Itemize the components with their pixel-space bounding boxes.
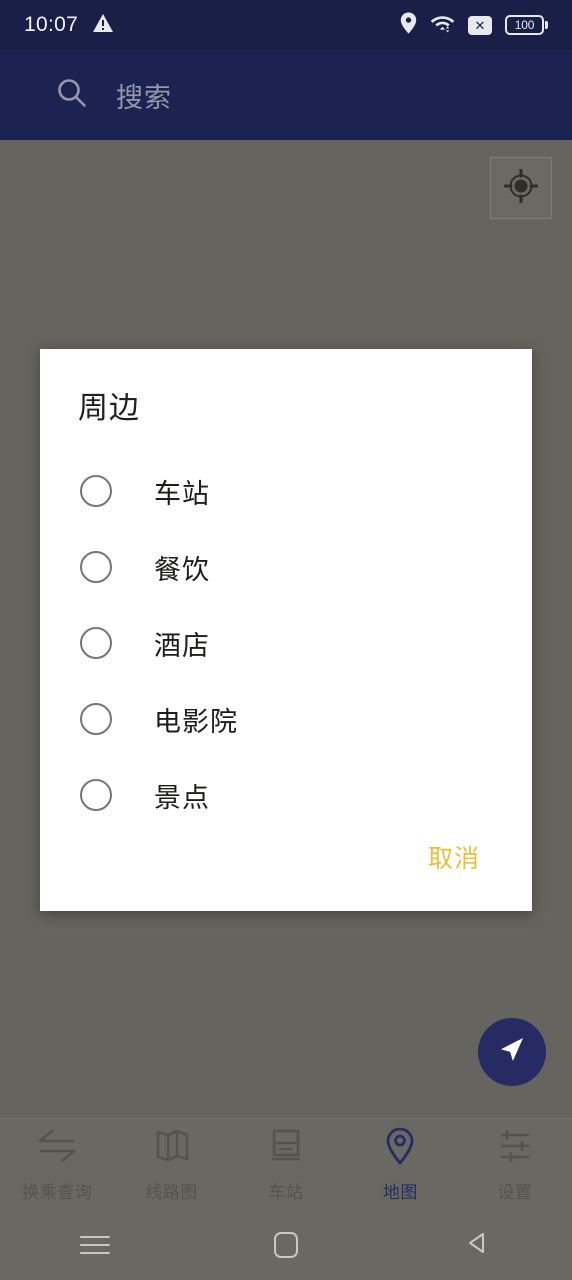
radio-option-hotel[interactable]: 酒店 [40, 605, 532, 681]
dialog-options-list: 车站 餐饮 酒店 电影院 景点 [40, 453, 532, 833]
location-pin-icon [400, 12, 417, 39]
route-map-icon [150, 1126, 194, 1171]
nav-item-label: 设置 [497, 1183, 533, 1202]
radio-option-label: 车站 [154, 478, 210, 509]
radio-option-station[interactable]: 车站 [40, 453, 532, 529]
radio-option-attraction[interactable]: 景点 [40, 757, 532, 833]
nav-item-transfer-query[interactable]: 换乘查询 [0, 1119, 114, 1210]
back-button[interactable] [381, 1230, 572, 1261]
radio-option-cinema[interactable]: 电影院 [40, 681, 532, 757]
my-location-button[interactable] [490, 157, 552, 219]
status-bar-clock: 10:07 [24, 13, 79, 36]
navigation-arrow-icon [495, 1033, 529, 1072]
radio-button[interactable] [80, 475, 112, 507]
nav-item-label: 线路图 [145, 1183, 198, 1202]
radio-option-label: 餐饮 [154, 554, 210, 585]
radio-button[interactable] [80, 779, 112, 811]
radio-option-dining[interactable]: 餐饮 [40, 529, 532, 605]
back-triangle-icon [464, 1230, 490, 1261]
map-pin-icon [378, 1126, 422, 1171]
dialog-actions: 取消 [40, 833, 532, 915]
status-bar-left: 10:07 [24, 13, 114, 38]
search-input[interactable]: 搜索 [116, 76, 172, 115]
radio-button[interactable] [80, 551, 112, 583]
search-icon [56, 77, 88, 114]
my-location-crosshair-icon [503, 168, 539, 208]
dialog-title: 周边 [78, 392, 140, 425]
no-sim-glyph: ✕ [474, 17, 486, 33]
status-bar-right: ✕ 100 [400, 12, 548, 39]
nav-item-label: 地图 [382, 1183, 418, 1202]
train-station-icon [264, 1126, 308, 1171]
battery-indicator: 100 [505, 15, 548, 35]
nav-item-label: 车站 [268, 1183, 304, 1202]
radio-option-label: 景点 [154, 782, 210, 813]
navigate-fab-button[interactable] [478, 1018, 546, 1086]
nav-item-map[interactable]: 地图 [343, 1119, 457, 1210]
nav-item-label: 换乘查询 [22, 1183, 93, 1202]
settings-sliders-icon [493, 1126, 537, 1171]
status-bar: 10:07 ✕ 100 [0, 0, 572, 50]
wifi-icon [430, 12, 455, 38]
battery-body: 100 [505, 15, 544, 35]
android-system-nav [0, 1210, 572, 1280]
radio-option-label: 电影院 [154, 706, 238, 737]
recents-menu-icon [80, 1230, 111, 1260]
nav-item-settings[interactable]: 设置 [458, 1119, 572, 1210]
nearby-dialog: 周边 车站 餐饮 酒店 电影院 景点 取消 [40, 349, 532, 911]
cancel-button[interactable]: 取消 [424, 833, 484, 881]
search-bar[interactable]: 搜索 [0, 50, 572, 140]
battery-tip [545, 21, 548, 29]
transfer-swap-icon [35, 1126, 79, 1171]
recents-button[interactable] [0, 1230, 191, 1260]
home-button[interactable] [191, 1232, 382, 1258]
no-sim-icon: ✕ [468, 15, 492, 35]
radio-button[interactable] [80, 627, 112, 659]
radio-option-label: 酒店 [154, 630, 210, 661]
nav-item-station[interactable]: 车站 [229, 1119, 343, 1210]
warning-triangle-icon [92, 13, 114, 38]
bottom-navigation-bar: 换乘查询 线路图 车站 地图 设置 [0, 1118, 572, 1210]
nav-item-route-map[interactable]: 线路图 [114, 1119, 228, 1210]
phone-screen: 10:07 ✕ 100 搜索 周边 车站 餐饮 酒店 电影院 景点 取消 换乘查… [0, 0, 572, 1280]
home-square-icon [274, 1232, 298, 1258]
battery-level-text: 100 [514, 18, 535, 32]
radio-button[interactable] [80, 703, 112, 735]
